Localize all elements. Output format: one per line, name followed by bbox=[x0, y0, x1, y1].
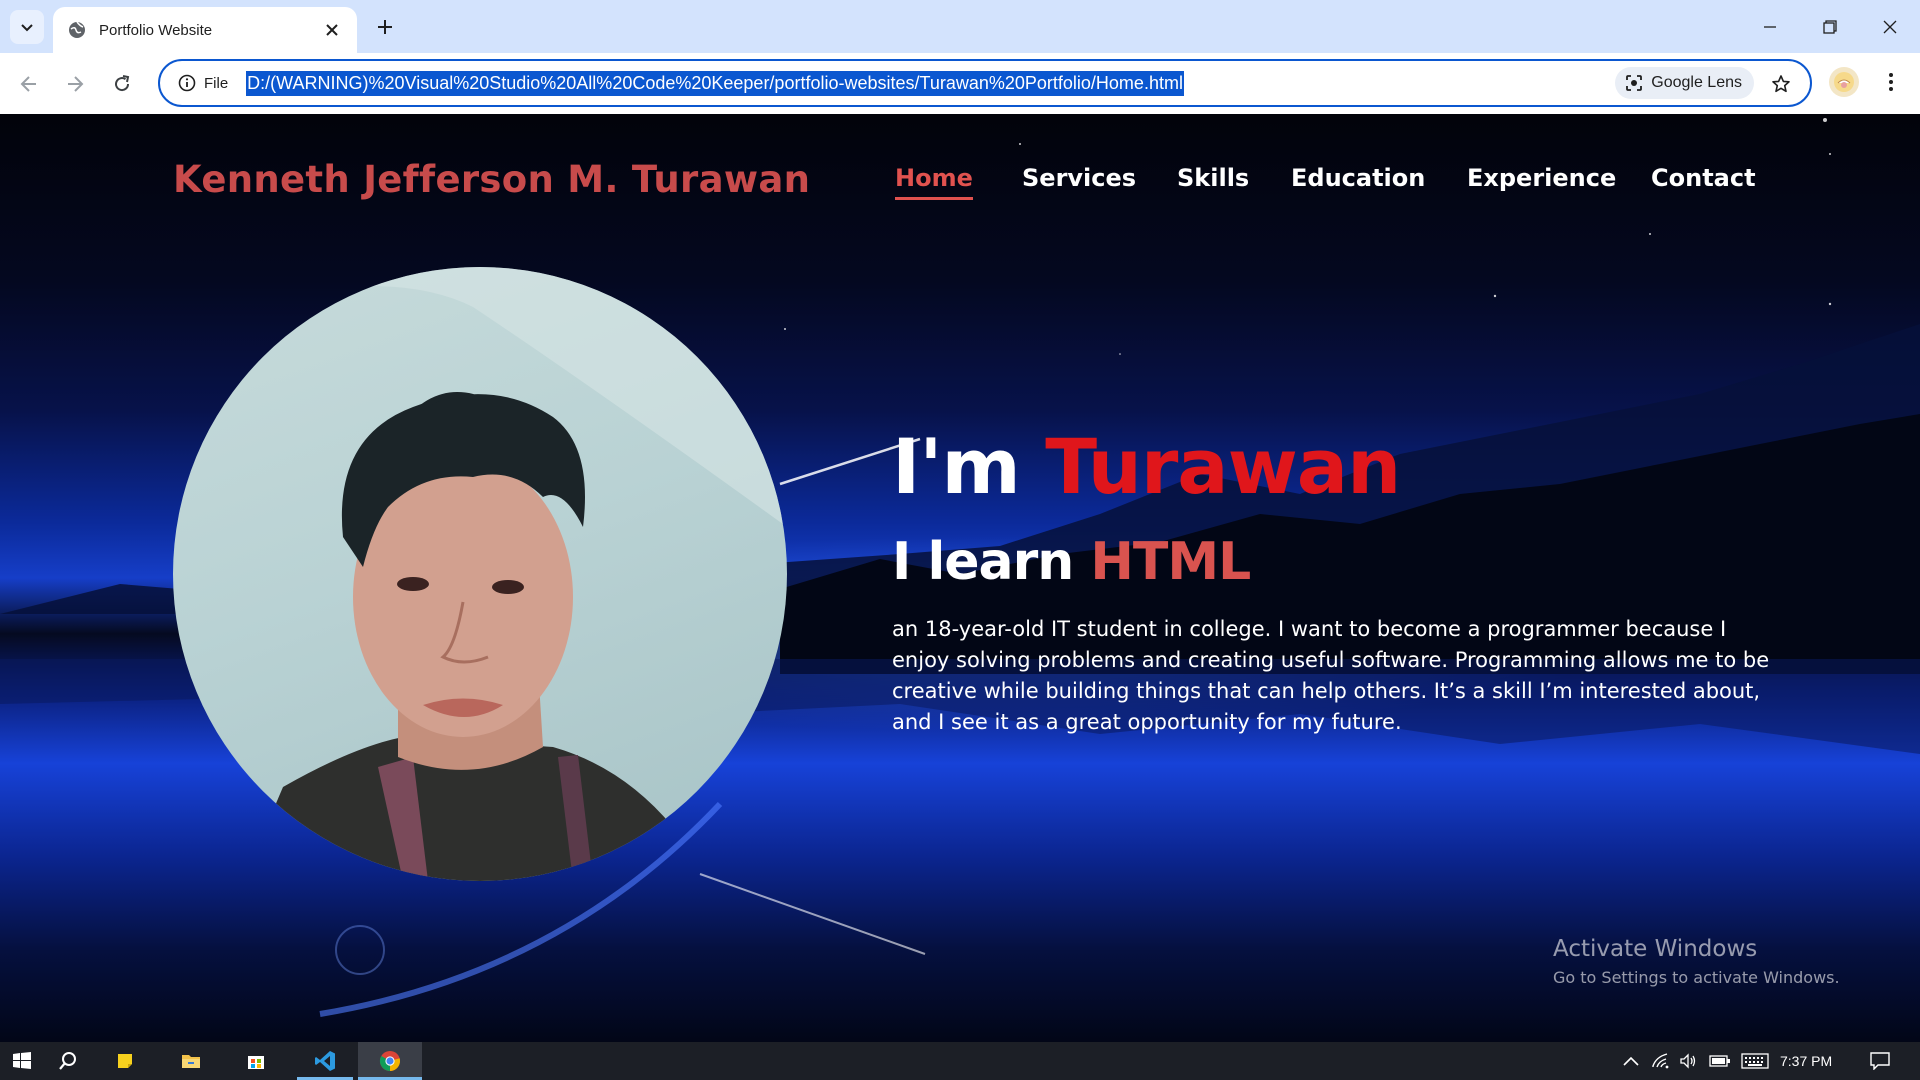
tray-touch-keyboard[interactable] bbox=[1738, 1042, 1772, 1080]
hero-bio: an 18-year-old IT student in college. I … bbox=[892, 617, 1770, 734]
tab-title: Portfolio Website bbox=[99, 21, 213, 39]
taskbar-sticky-notes[interactable] bbox=[100, 1042, 150, 1080]
nav-home[interactable]: Home bbox=[895, 164, 973, 200]
battery-icon bbox=[1709, 1055, 1730, 1067]
tab-close-button[interactable] bbox=[321, 19, 343, 41]
tab-list-icon bbox=[21, 24, 33, 32]
restore-button[interactable] bbox=[1800, 0, 1860, 53]
watermark-title: Activate Windows bbox=[1553, 936, 1758, 962]
google-lens-button[interactable]: Google Lens bbox=[1615, 67, 1754, 99]
hero-name: Turawan bbox=[1045, 422, 1401, 511]
taskbar-microsoft-store[interactable] bbox=[230, 1042, 282, 1080]
forward-button[interactable] bbox=[58, 67, 92, 101]
file-explorer-icon bbox=[182, 1055, 200, 1068]
bookmark-button[interactable] bbox=[1766, 69, 1796, 99]
browser-tab-strip: Portfolio Website bbox=[0, 0, 1920, 53]
vscode-icon bbox=[315, 1051, 335, 1071]
learn-language: HTML bbox=[1090, 532, 1251, 592]
taskbar-clock[interactable]: 7:37 PM bbox=[1780, 1042, 1832, 1080]
hero-greeting: I'm bbox=[892, 422, 1021, 511]
chevron-up-icon bbox=[1623, 1056, 1639, 1066]
url-text[interactable]: D:/(WARNING)%20Visual%20Studio%20All%20C… bbox=[246, 70, 1184, 96]
back-button[interactable] bbox=[12, 67, 46, 101]
portrait-illustration bbox=[173, 267, 787, 881]
tray-battery[interactable] bbox=[1706, 1042, 1734, 1080]
info-icon bbox=[178, 74, 196, 92]
profile-photo bbox=[173, 267, 787, 881]
nav-experience[interactable]: Experience bbox=[1467, 164, 1616, 192]
taskbar-vscode[interactable] bbox=[297, 1042, 353, 1080]
profile-icon bbox=[1834, 72, 1854, 92]
new-tab-button[interactable] bbox=[370, 12, 400, 42]
minimize-icon bbox=[1764, 25, 1776, 28]
page-viewport: Kenneth Jefferson M. Turawan Home Servic… bbox=[0, 114, 1920, 1042]
site-brand[interactable]: Kenneth Jefferson M. Turawan bbox=[173, 158, 810, 201]
windows-start-icon bbox=[13, 1052, 31, 1069]
tray-volume[interactable] bbox=[1676, 1042, 1702, 1080]
google-lens-label: Google Lens bbox=[1651, 74, 1742, 91]
nav-skills[interactable]: Skills bbox=[1177, 164, 1249, 192]
site-info-button[interactable]: File bbox=[172, 66, 238, 100]
reload-icon bbox=[115, 75, 130, 92]
taskbar-chrome[interactable] bbox=[358, 1042, 422, 1080]
start-button[interactable] bbox=[0, 1042, 44, 1080]
windows-taskbar: 7:37 PM bbox=[0, 1042, 1920, 1080]
restore-icon bbox=[1823, 19, 1837, 34]
hero-title: I'm Turawan bbox=[892, 422, 1401, 511]
browser-tab[interactable]: Portfolio Website bbox=[53, 7, 357, 53]
reload-button[interactable] bbox=[105, 67, 139, 101]
address-bar[interactable]: File D:/(WARNING)%20Visual%20Studio%20Al… bbox=[158, 59, 1812, 107]
star-icon bbox=[1772, 75, 1790, 93]
kebab-menu-icon bbox=[1889, 73, 1893, 91]
globe-icon bbox=[69, 21, 85, 38]
watermark-subtitle: Go to Settings to activate Windows. bbox=[1553, 968, 1840, 987]
chrome-icon bbox=[379, 1051, 400, 1072]
window-close-icon bbox=[1883, 20, 1897, 33]
action-center-button[interactable] bbox=[1860, 1042, 1900, 1080]
nav-services[interactable]: Services bbox=[1022, 164, 1136, 192]
plus-icon bbox=[378, 20, 392, 34]
nav-education[interactable]: Education bbox=[1291, 164, 1425, 192]
forward-icon bbox=[68, 76, 84, 92]
taskbar-file-explorer[interactable] bbox=[165, 1042, 217, 1080]
sticky-notes-icon bbox=[118, 1054, 132, 1068]
tray-overflow-button[interactable] bbox=[1618, 1042, 1644, 1080]
keyboard-icon bbox=[1741, 1053, 1769, 1069]
close-icon bbox=[326, 24, 338, 36]
microsoft-store-icon bbox=[248, 1056, 264, 1069]
hero-subtitle: I learn HTML bbox=[892, 532, 1251, 592]
activate-windows-watermark: Activate Windows Go to Settings to activ… bbox=[1553, 936, 1840, 987]
back-icon bbox=[20, 76, 36, 92]
browser-menu-button[interactable] bbox=[1876, 67, 1906, 97]
minimize-button[interactable] bbox=[1740, 0, 1800, 53]
search-icon bbox=[59, 1052, 76, 1070]
tab-list-button[interactable] bbox=[10, 10, 44, 44]
wifi-icon bbox=[1652, 1053, 1669, 1069]
nav-contact[interactable]: Contact bbox=[1651, 164, 1756, 192]
site-info-label: File bbox=[204, 74, 229, 92]
notification-icon bbox=[1870, 1052, 1890, 1070]
tray-network[interactable] bbox=[1648, 1042, 1674, 1080]
profile-avatar[interactable] bbox=[1829, 67, 1859, 97]
window-close-button[interactable] bbox=[1860, 0, 1920, 53]
browser-toolbar: File D:/(WARNING)%20Visual%20Studio%20Al… bbox=[0, 53, 1920, 114]
volume-icon bbox=[1680, 1053, 1696, 1069]
learn-prefix: I learn bbox=[892, 532, 1074, 592]
lens-icon bbox=[1626, 75, 1643, 91]
taskbar-search-button[interactable] bbox=[44, 1042, 92, 1080]
